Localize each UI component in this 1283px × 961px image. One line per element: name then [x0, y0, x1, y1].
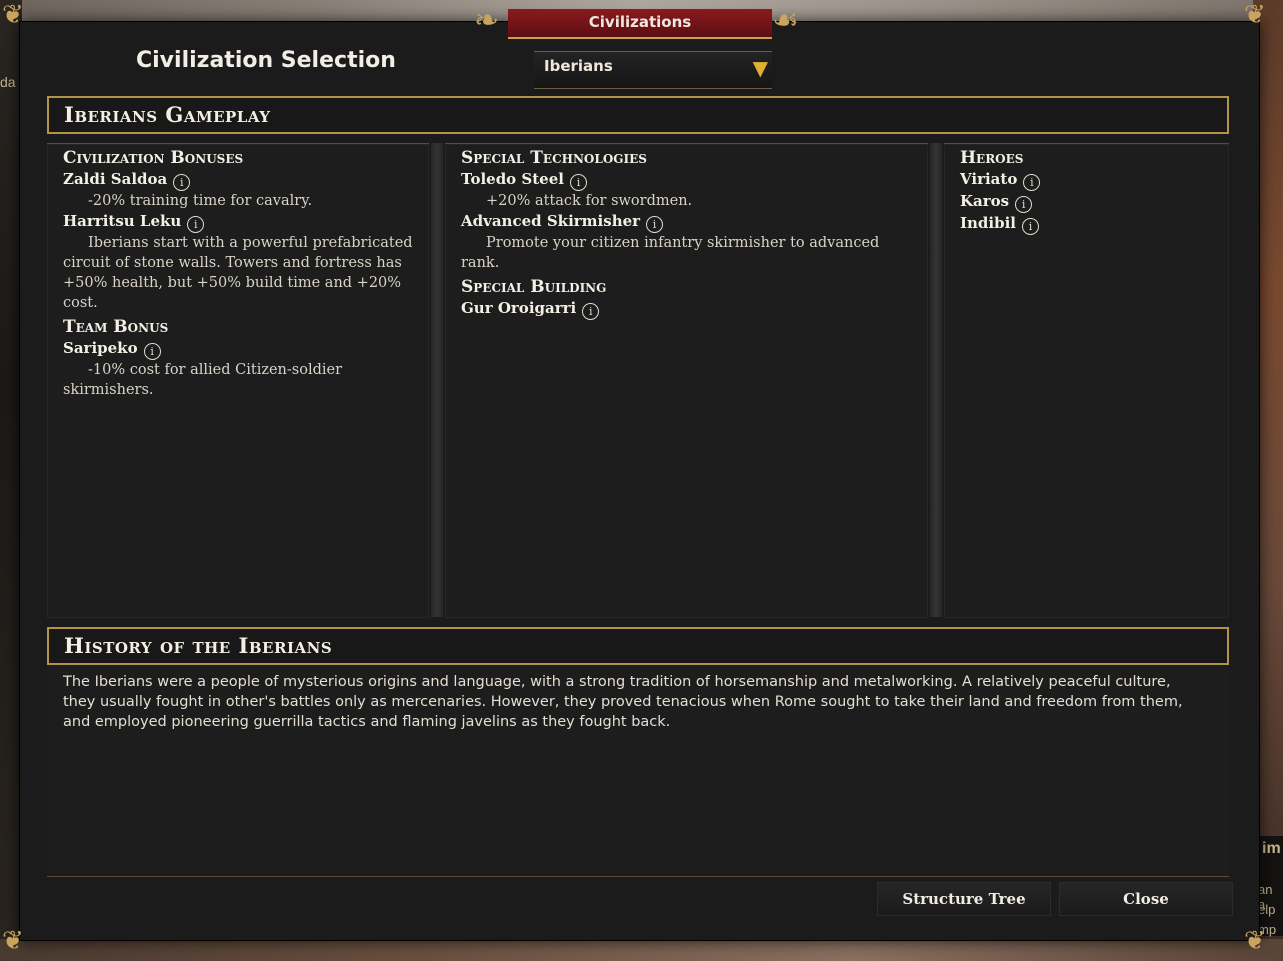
building-name: Gur Oroigarri i	[461, 298, 916, 320]
gameplay-header: Iberians Gameplay	[47, 96, 1229, 134]
corner-ornament-icon: ❦	[2, 926, 24, 956]
bonus-description: -20% training time for cavalry.	[88, 193, 313, 209]
civilization-bonuses-title: Civilization Bonuses	[63, 148, 244, 168]
dropdown-arrow-icon: ▼	[752, 56, 768, 80]
technology-description: Promote your citizen infantry skirmisher…	[461, 235, 880, 271]
info-icon[interactable]: i	[1022, 218, 1039, 235]
technology-description: +20% attack for swordmen.	[486, 193, 693, 209]
info-icon[interactable]: i	[187, 216, 205, 233]
corner-ornament-icon: ❦	[1244, 926, 1266, 956]
technology-name: Toledo Steel i	[461, 169, 916, 191]
gameplay-heading: Iberians Gameplay	[64, 102, 271, 127]
info-icon[interactable]: i	[1023, 174, 1041, 191]
structure-tree-button[interactable]: Structure Tree	[877, 882, 1051, 916]
background-text-right: im	[1262, 840, 1281, 857]
info-icon[interactable]: i	[569, 174, 587, 191]
team-bonus-title: Team Bonus	[63, 317, 169, 337]
team-bonus-description: -10% cost for allied Citizen-soldier ski…	[63, 362, 343, 398]
history-heading: History of the Iberians	[64, 633, 333, 658]
column-divider	[930, 143, 942, 617]
corner-ornament-icon: ❦	[1244, 0, 1266, 30]
title-scroll-left-icon: ❧	[474, 3, 500, 38]
heroes-title: Heroes	[960, 148, 1024, 168]
hero-name: Indibil i	[960, 213, 1217, 235]
corner-ornament-icon: ❦	[2, 0, 24, 30]
bonus-name: Zaldi Saldoa i	[63, 169, 417, 191]
bonus-name: Harritsu Leku i	[63, 211, 417, 233]
civilization-selection-label: Civilization Selection	[136, 48, 396, 73]
heroes-column: Heroes Viriato i Karos i Indibil i	[944, 143, 1229, 618]
column-divider	[431, 143, 443, 617]
background-left	[0, 0, 22, 961]
background-bottom	[0, 939, 1283, 961]
background-text-right-line: elp	[1258, 902, 1276, 917]
special-building-title: Special Building	[461, 277, 607, 297]
info-icon[interactable]: i	[582, 303, 600, 320]
info-icon[interactable]: i	[143, 343, 161, 360]
info-icon[interactable]: i	[173, 174, 191, 191]
history-header: History of the Iberians	[47, 627, 1229, 665]
special-technologies-title: Special Technologies	[461, 148, 647, 168]
technology-name: Advanced Skirmisher i	[461, 211, 916, 233]
hero-name: Viriato i	[960, 169, 1217, 191]
bonus-description: Iberians start with a powerful prefabric…	[63, 235, 413, 311]
technologies-column: Special Technologies Toledo Steel i +20% …	[445, 143, 928, 618]
close-button[interactable]: Close	[1059, 882, 1233, 916]
hero-name: Karos i	[960, 191, 1217, 213]
info-icon[interactable]: i	[646, 216, 664, 233]
civilization-dropdown[interactable]: Iberians ▼	[534, 51, 772, 89]
history-text: The Iberians were a people of mysterious…	[63, 674, 1183, 730]
info-icon[interactable]: i	[1015, 196, 1033, 213]
bonuses-column: Civilization Bonuses Zaldi Saldoa i -20% …	[47, 143, 429, 618]
civilization-dropdown-value: Iberians	[544, 57, 613, 75]
bottom-divider	[47, 876, 1229, 877]
team-bonus-name: Saripeko i	[63, 338, 417, 360]
background-text-left: da	[0, 74, 16, 90]
window-title: Civilizations	[508, 9, 772, 39]
title-scroll-right-icon: ☙	[772, 3, 799, 38]
